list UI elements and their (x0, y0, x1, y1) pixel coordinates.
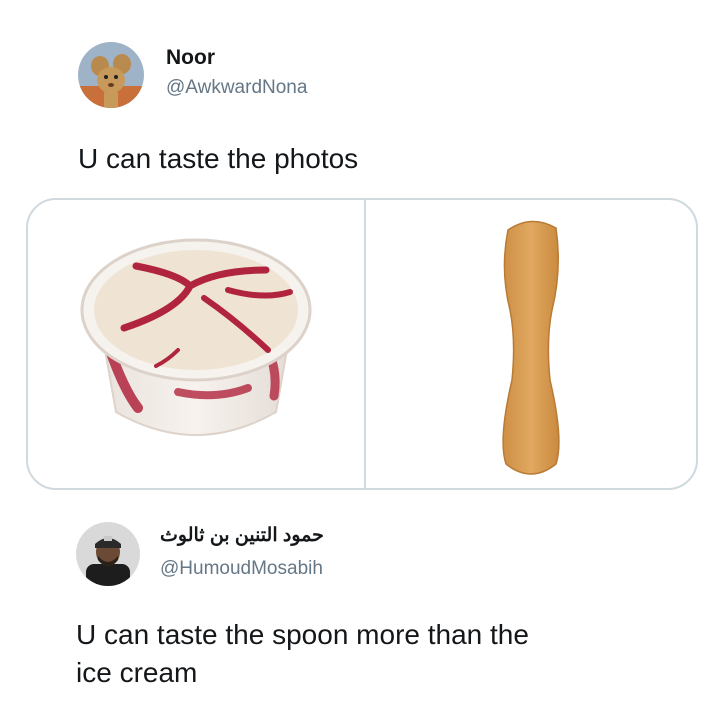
tweet-text-line: ice cream (76, 657, 198, 688)
wooden-spoon-photo-icon (502, 220, 560, 475)
spoon-photo[interactable] (366, 200, 696, 488)
display-name[interactable]: Noor (166, 46, 215, 70)
avatar[interactable] (76, 522, 140, 586)
tweet-noor: Noor @AwkwardNona U can taste the photos (0, 0, 720, 500)
man-portrait-avatar-icon (76, 522, 140, 586)
avatar[interactable] (78, 42, 144, 108)
tweet-media[interactable] (26, 198, 698, 490)
cartoon-mouse-avatar-icon (78, 42, 144, 108)
tweet-text: U can taste the spoon more than the ice … (76, 616, 529, 692)
handle[interactable]: @AwkwardNona (166, 77, 307, 99)
ice-cream-photo[interactable] (28, 200, 364, 488)
ice-cream-cup-photo-icon (80, 238, 312, 436)
handle[interactable]: @HumoudMosabih (160, 558, 323, 580)
tweet-humoud: حمود التنين بن ثالوث @HumoudMosabih U ca… (0, 500, 720, 720)
tweet-text: U can taste the photos (78, 143, 359, 174)
display-name[interactable]: حمود التنين بن ثالوث (160, 524, 324, 547)
tweet-text-line: U can taste the spoon more than the (76, 619, 529, 650)
